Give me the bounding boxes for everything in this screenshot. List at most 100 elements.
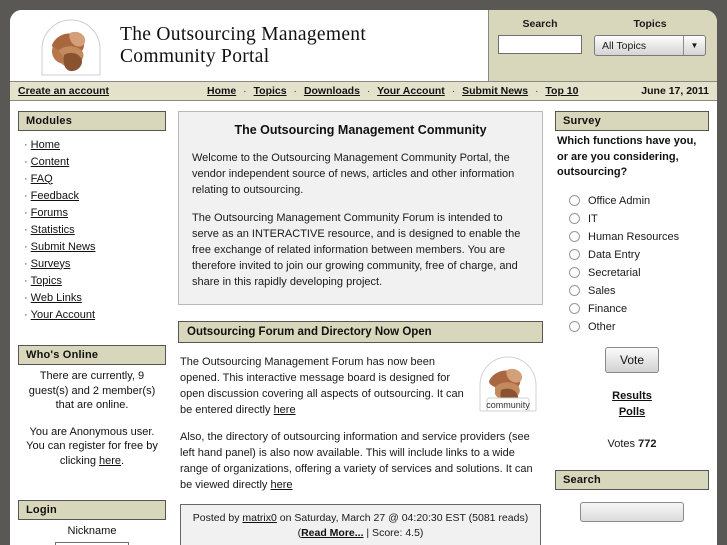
list-item[interactable]: · Topics xyxy=(20,272,164,289)
radio-icon[interactable] xyxy=(569,285,580,296)
sidebar-item-faq[interactable]: FAQ xyxy=(31,173,53,185)
survey-option-data-entry[interactable]: Data Entry xyxy=(569,249,709,261)
list-item[interactable]: · Feedback xyxy=(20,187,164,204)
whos-online-body: There are currently, 9 guest(s) and 2 me… xyxy=(18,365,166,468)
sidebar-search-input[interactable] xyxy=(580,501,684,522)
forum-here-link[interactable]: here xyxy=(274,404,296,416)
header-topics-label: Topics xyxy=(633,18,667,30)
story-p1-text: The Outsourcing Management Forum has now… xyxy=(180,356,464,416)
sidebar-item-topics[interactable]: Topics xyxy=(31,275,62,287)
vote-button[interactable]: Vote xyxy=(604,346,660,373)
header-search-input[interactable] xyxy=(498,35,582,54)
list-item[interactable]: · Content xyxy=(20,153,164,170)
list-item[interactable]: · Forums xyxy=(20,204,164,221)
bullet-icon: · xyxy=(24,223,28,236)
modules-block-title: Modules xyxy=(18,111,166,131)
sidebar-item-home[interactable]: Home xyxy=(31,139,60,151)
radio-icon[interactable] xyxy=(569,213,580,224)
sidebar-item-statistics[interactable]: Statistics xyxy=(31,224,75,236)
survey-question: Which functions have you, or are you con… xyxy=(557,135,697,178)
sidebar-item-feedback[interactable]: Feedback xyxy=(31,190,79,202)
list-item[interactable]: · Submit News xyxy=(20,238,164,255)
radio-icon[interactable] xyxy=(569,267,580,278)
sidebar-item-your-account[interactable]: Your Account xyxy=(31,309,95,321)
welcome-paragraph-1: Welcome to the Outsourcing Management Co… xyxy=(192,152,515,196)
survey-option-other[interactable]: Other xyxy=(569,321,709,333)
navbar-links: Home · Topics · Downloads · Your Account… xyxy=(198,85,613,97)
header-search-label: Search xyxy=(522,18,558,30)
community-hands-thumbnail-icon: community xyxy=(477,354,539,414)
whos-online-count-text: There are currently, 9 guest(s) and 2 me… xyxy=(28,370,156,411)
survey-option-label: Data Entry xyxy=(588,248,640,261)
author-link[interactable]: matrix0 xyxy=(242,512,276,524)
list-item[interactable]: · Statistics xyxy=(20,221,164,238)
story-paragraph-2: Also, the directory of outsourcing infor… xyxy=(180,429,541,493)
radio-icon[interactable] xyxy=(569,231,580,242)
survey-option-office-admin[interactable]: Office Admin xyxy=(569,195,709,207)
welcome-panel: The Outsourcing Management Community Wel… xyxy=(178,111,543,305)
survey-results-link[interactable]: Results xyxy=(555,388,709,404)
bullet-icon: · xyxy=(24,274,28,287)
directory-here-link[interactable]: here xyxy=(271,479,293,491)
nav-link-submit-news[interactable]: Submit News xyxy=(462,85,528,97)
list-item[interactable]: · FAQ xyxy=(20,170,164,187)
brand-area: The Outsourcing Management Community Por… xyxy=(10,10,488,81)
site-header: The Outsourcing Management Community Por… xyxy=(10,10,717,82)
nav-link-home[interactable]: Home xyxy=(207,85,236,97)
radio-icon[interactable] xyxy=(569,195,580,206)
nav-link-topics[interactable]: Topics xyxy=(254,85,287,97)
login-form: Nickname xyxy=(18,520,166,545)
survey-option-it[interactable]: IT xyxy=(569,213,709,225)
readmore-line: (Read More... | Score: 4.5) xyxy=(185,526,536,541)
nav-separator: · xyxy=(366,85,371,97)
radio-icon[interactable] xyxy=(569,249,580,260)
bullet-icon: · xyxy=(24,155,28,168)
radio-icon[interactable] xyxy=(569,303,580,314)
list-item[interactable]: · Home xyxy=(20,136,164,153)
header-topics-group: Topics All Topics ▼ xyxy=(593,18,707,81)
welcome-heading: The Outsourcing Management Community xyxy=(234,123,487,137)
site-title: The Outsourcing Management Community Por… xyxy=(120,24,366,68)
survey-block-title: Survey xyxy=(555,111,709,131)
nav-separator: · xyxy=(451,85,456,97)
register-here-link[interactable]: here xyxy=(99,455,121,467)
register-text-post: . xyxy=(121,454,125,467)
survey-option-finance[interactable]: Finance xyxy=(569,303,709,315)
sidebar-item-submit-news[interactable]: Submit News xyxy=(31,241,96,253)
sidebar-item-forums[interactable]: Forums xyxy=(31,207,68,219)
vote-button-wrap: Vote xyxy=(555,346,709,373)
survey-option-human-resources[interactable]: Human Resources xyxy=(569,231,709,243)
nickname-label: Nickname xyxy=(67,525,117,537)
site-title-line1: The Outsourcing Management xyxy=(120,23,367,45)
sidebar-item-web-links[interactable]: Web Links xyxy=(31,292,82,304)
nav-link-your-account[interactable]: Your Account xyxy=(377,85,445,97)
modules-block-body: · Home · Content · FAQ · Feedback · Forums · S… xyxy=(18,131,166,331)
nav-link-top10[interactable]: Top 10 xyxy=(545,85,578,97)
survey-option-sales[interactable]: Sales xyxy=(569,285,709,297)
main-content: Modules · Home · Content · FAQ · Feedback · F… xyxy=(10,101,717,545)
site-shell: The Outsourcing Management Community Por… xyxy=(10,10,717,545)
site-title-line2: Community Portal xyxy=(120,45,270,67)
survey-option-secretarial[interactable]: Secretarial xyxy=(569,267,709,279)
bullet-icon: · xyxy=(24,189,28,202)
navbar-date: June 17, 2011 xyxy=(641,85,709,97)
create-account-link[interactable]: Create an account xyxy=(18,85,109,97)
nickname-input[interactable] xyxy=(55,541,129,545)
survey-options: Office Admin IT Human Resources Data Ent… xyxy=(555,195,709,333)
nav-separator: · xyxy=(534,85,539,97)
welcome-paragraph-2: The Outsourcing Management Community For… xyxy=(192,212,521,288)
read-more-link[interactable]: Read More... xyxy=(301,527,363,539)
topics-select[interactable]: All Topics ▼ xyxy=(594,35,706,56)
radio-icon[interactable] xyxy=(569,321,580,332)
list-item[interactable]: · Surveys xyxy=(20,255,164,272)
sidebar-item-content[interactable]: Content xyxy=(31,156,70,168)
nav-link-downloads[interactable]: Downloads xyxy=(304,85,360,97)
list-item[interactable]: · Web Links xyxy=(20,289,164,306)
login-block-title: Login xyxy=(18,500,166,520)
list-item[interactable]: · Your Account xyxy=(20,306,164,323)
sidebar-item-surveys[interactable]: Surveys xyxy=(31,258,71,270)
survey-polls-link[interactable]: Polls xyxy=(555,404,709,420)
clasped-hands-logo-icon xyxy=(38,15,104,77)
survey-option-label: Other xyxy=(588,320,616,333)
